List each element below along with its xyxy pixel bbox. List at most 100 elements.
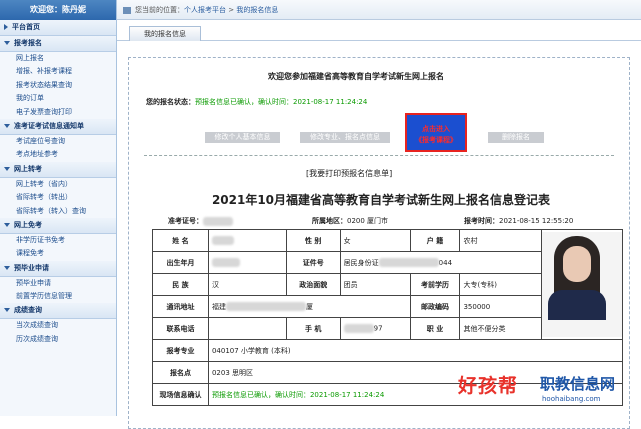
- edit-personal-info-button[interactable]: 修改个人基本信息: [205, 132, 280, 143]
- sidebar-item-prior-education[interactable]: 前置学历信息管理: [0, 290, 116, 303]
- time-label: 报考时间：: [464, 217, 499, 225]
- sidebar-item-my-orders[interactable]: 我的订单: [0, 92, 116, 105]
- time-value: 2021-08-15 12:55:20: [499, 217, 574, 225]
- phone-label: 联系电话: [152, 317, 209, 340]
- sidebar-section-label: 预毕业申请: [14, 263, 49, 272]
- breadcrumb-platform[interactable]: 个人报考平台: [184, 6, 226, 14]
- welcome-heading: 欢迎您参加福建省高等教育自学考试新生网上报名: [268, 72, 444, 81]
- breadcrumb-prefix: 您当前的位置：: [135, 6, 184, 14]
- chevron-down-icon: [4, 41, 10, 45]
- job-label: 职 业: [409, 317, 461, 340]
- sidebar-item-online-registration[interactable]: 网上报名: [0, 52, 116, 65]
- id-type: 居民身份证: [343, 258, 379, 267]
- chevron-down-icon: [4, 166, 10, 171]
- sidebar-welcome: 欢迎您：陈丹妮: [0, 0, 116, 20]
- print-registration-link[interactable]: [我要打印预报名信息单]: [306, 168, 392, 179]
- id-tail: 044: [438, 258, 453, 267]
- hukou-value: 农村: [459, 229, 543, 252]
- postcode-value: 350000: [459, 295, 543, 318]
- sidebar-section-pre-graduation[interactable]: 预毕业申请: [0, 260, 116, 277]
- name-value: [207, 229, 287, 252]
- admission-no-label: 准考证号：: [168, 217, 203, 225]
- sidebar-item-certificate-exemption[interactable]: 非学历证书免考: [0, 234, 116, 247]
- registration-status: 您的报名状态：预报名信息已确认，确认时间：2021-08-17 11:24:24: [146, 97, 367, 107]
- area-value: 0200 厦门市: [347, 217, 389, 225]
- watermark-brand: 好孩帮: [458, 375, 519, 397]
- edit-major-site-button[interactable]: 修改专业、报名点信息: [300, 132, 390, 143]
- meta-area: 所属地区：0200 厦门市: [312, 216, 388, 226]
- sidebar-item-venue-address[interactable]: 考点地址参考: [0, 148, 116, 161]
- job-value: 其他不便分类: [459, 317, 543, 340]
- sidebar-item-transfer-out[interactable]: 省际转考（转出）: [0, 191, 116, 204]
- meta-time: 报考时间：2021-08-15 12:55:20: [464, 216, 573, 226]
- major-value: 040107 小学教育 (本科): [207, 339, 624, 362]
- sidebar-item-seat-query[interactable]: 考试座位号查询: [0, 135, 116, 148]
- enter-courses-line1: 点击进入: [422, 125, 450, 133]
- sidebar-section-registration[interactable]: 报考报名: [0, 36, 116, 52]
- photo-face: [563, 246, 592, 282]
- edu-value: 大专(专科): [459, 273, 543, 296]
- sidebar-item-add-courses[interactable]: 增报、补报考课程: [0, 65, 116, 78]
- tab-my-registration[interactable]: 我的报名信息: [129, 26, 201, 41]
- status-text: 预报名信息已确认，确认时间：2021-08-17 11:24:24: [195, 98, 368, 106]
- meta-admission-no: 准考证号：: [168, 216, 233, 226]
- postcode-label: 邮政编码: [409, 295, 461, 318]
- phone-value: [207, 317, 287, 340]
- sidebar-section-transfer[interactable]: 网上转考: [0, 161, 116, 178]
- breadcrumb-separator: >: [228, 6, 235, 14]
- sidebar-item-e-invoice[interactable]: 电子发票查询打印: [0, 106, 116, 119]
- sidebar-section-label: 准考证考试信息通知单: [14, 121, 84, 130]
- sidebar-item-transfer-in-query[interactable]: 省际转考（转入）查询: [0, 205, 116, 218]
- sidebar-section-label: 网上转考: [14, 164, 42, 173]
- major-label: 报考专业: [152, 339, 209, 362]
- breadcrumb-current: 我的报名信息: [236, 6, 279, 14]
- sidebar-item-current-scores[interactable]: 当次成绩查询: [0, 319, 116, 332]
- site-label: 报名点: [152, 361, 209, 384]
- confirm-label: 现场信息确认: [152, 383, 209, 406]
- sidebar-item-history-scores[interactable]: 历次成绩查询: [0, 333, 116, 346]
- sidebar-section-exemption[interactable]: 网上免考: [0, 217, 116, 234]
- sidebar-item-pre-graduation-apply[interactable]: 预毕业申请: [0, 277, 116, 290]
- redacted-admission-no: [203, 216, 233, 226]
- redacted-id: [378, 258, 439, 267]
- sidebar-item-course-exemption[interactable]: 课程免考: [0, 247, 116, 260]
- chevron-down-icon: [4, 308, 10, 313]
- watermark-site: 职教信息网: [540, 375, 616, 393]
- redacted-birth: [211, 258, 240, 267]
- student-photo: [542, 232, 622, 337]
- birth-value: [207, 251, 287, 274]
- status-label: 您的报名状态：: [146, 98, 195, 106]
- sidebar-section-scores[interactable]: 成绩查询: [0, 303, 116, 320]
- sidebar-item-status-query[interactable]: 报考状态结果查询: [0, 79, 116, 92]
- chevron-down-icon: [4, 222, 10, 227]
- photo-cell: [541, 229, 623, 340]
- gender-label: 性 别: [285, 229, 341, 252]
- sidebar-section-home[interactable]: 平台首页: [0, 20, 116, 36]
- chevron-down-icon: [4, 265, 10, 270]
- sidebar-section-admission-ticket[interactable]: 准考证考试信息通知单: [0, 118, 116, 135]
- tab-bar: 我的报名信息: [117, 22, 641, 41]
- delete-registration-button[interactable]: 删除报名: [488, 132, 544, 143]
- watermark-url: hoohaibang.com: [542, 395, 601, 403]
- table-row: 姓 名 性 别 女 户 籍 农村: [152, 229, 623, 340]
- politic-value: 团员: [339, 273, 411, 296]
- politic-label: 政治面貌: [285, 273, 341, 296]
- form-title: 2021年10月福建省高等教育自学考试新生网上报名信息登记表: [211, 193, 551, 207]
- photo-body: [548, 290, 607, 320]
- edu-label: 考前学历: [409, 273, 461, 296]
- address-part2: 厦: [305, 302, 313, 311]
- redacted-mobile: [343, 324, 374, 333]
- sidebar-section-label: 网上免考: [14, 220, 42, 229]
- sidebar: 欢迎您：陈丹妮 平台首页 报考报名 网上报名 增报、补报考课程 报考状态结果查询…: [0, 0, 117, 416]
- sidebar-section-label: 平台首页: [12, 23, 40, 31]
- hukou-label: 户 籍: [409, 229, 461, 252]
- enter-exam-courses-button[interactable]: 点击进入 《报考课程》: [405, 113, 467, 152]
- mobile-label: 手 机: [285, 317, 341, 340]
- sidebar-section-label: 报考报名: [14, 39, 42, 47]
- nation-value: 汉: [207, 273, 287, 296]
- address-label: 通讯地址: [152, 295, 209, 318]
- id-value: 居民身份证 044: [339, 251, 543, 274]
- gender-value: 女: [339, 229, 411, 252]
- name-label: 姓 名: [152, 229, 209, 252]
- sidebar-item-transfer-in-province[interactable]: 网上转考（省内）: [0, 178, 116, 191]
